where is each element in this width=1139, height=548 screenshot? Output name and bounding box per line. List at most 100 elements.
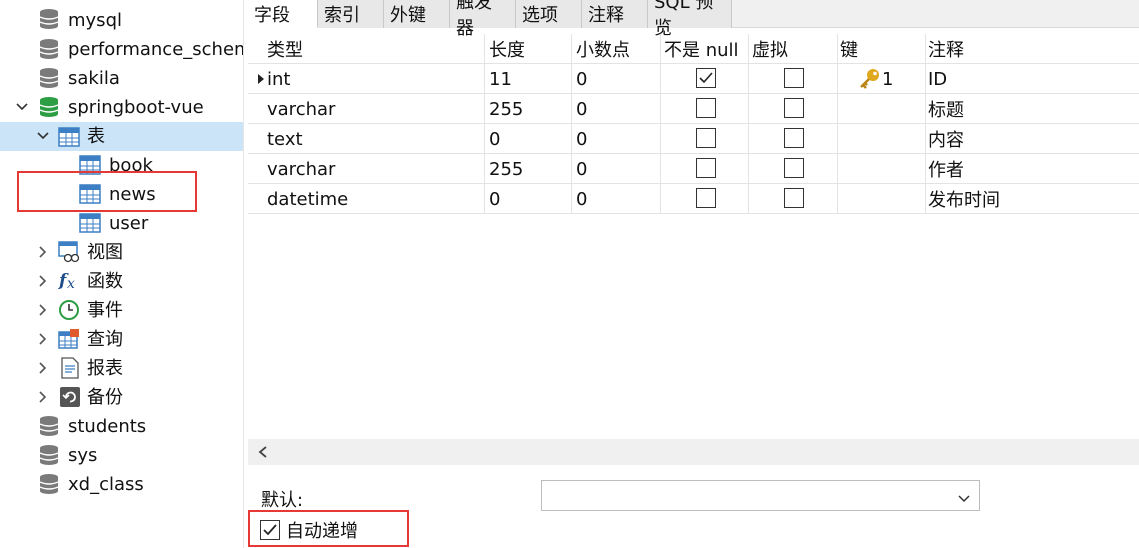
cell-decimals[interactable]: 0 — [576, 154, 587, 184]
object-tree: mysql performance_schema sakila springbo… — [0, 0, 244, 548]
tab-fields[interactable]: 字段 — [248, 0, 318, 28]
database-icon — [38, 8, 60, 30]
cell-type[interactable]: datetime — [267, 184, 348, 214]
cell-decimals[interactable]: 0 — [576, 124, 587, 154]
not-null-checkbox[interactable] — [696, 188, 716, 208]
chevron-right-icon[interactable] — [36, 361, 50, 375]
tree-item-tables[interactable]: 表 — [0, 122, 243, 151]
header-not-null[interactable]: 不是 null — [664, 34, 739, 64]
tree-item-label: 表 — [87, 125, 105, 147]
tab-sql-preview[interactable]: SQL 预览 — [648, 0, 732, 39]
tree-item-label: sakila — [68, 67, 120, 89]
chevron-down-icon[interactable] — [36, 129, 50, 143]
header-decimals[interactable]: 小数点 — [576, 34, 630, 64]
tab-options[interactable]: 选项 — [516, 0, 582, 28]
table-row[interactable]: text 0 0 内容 — [248, 124, 1139, 154]
chevron-right-icon[interactable] — [36, 245, 50, 259]
tree-item-performance-schema[interactable]: performance_schema — [0, 35, 243, 64]
tree-item-xd-class[interactable]: xd_class — [0, 470, 243, 499]
tree-item-mysql[interactable]: mysql — [0, 6, 243, 35]
cell-type[interactable]: varchar — [267, 154, 335, 184]
chevron-right-icon[interactable] — [36, 303, 50, 317]
cell-type[interactable]: text — [267, 124, 303, 154]
tree-item-label: 备份 — [87, 386, 123, 408]
tab-comment[interactable]: 注释 — [582, 0, 648, 28]
virtual-checkbox[interactable] — [784, 128, 804, 148]
current-row-marker-icon — [258, 74, 264, 84]
tree-item-backups[interactable]: 备份 — [0, 383, 243, 412]
tab-foreign-keys[interactable]: 外键 — [384, 0, 450, 28]
tab-label: 索引 — [324, 5, 360, 26]
chevron-down-icon — [957, 489, 971, 503]
scroll-left-icon[interactable] — [254, 443, 272, 461]
tree-item-sakila[interactable]: sakila — [0, 64, 243, 93]
tab-label: 字段 — [254, 4, 290, 26]
chevron-right-icon[interactable] — [36, 274, 50, 288]
chevron-down-icon[interactable] — [15, 100, 29, 114]
table-row[interactable]: varchar 255 0 作者 — [248, 154, 1139, 184]
table-row[interactable]: varchar 255 0 标题 — [248, 94, 1139, 124]
default-label: 默认: — [261, 490, 304, 511]
cell-decimals[interactable]: 0 — [576, 64, 587, 94]
cell-length[interactable]: 11 — [489, 64, 512, 94]
table-row[interactable]: datetime 0 0 发布时间 — [248, 184, 1139, 214]
cell-comment[interactable]: 发布时间 — [928, 184, 1000, 214]
cell-decimals[interactable]: 0 — [576, 94, 587, 124]
cell-type[interactable]: int — [267, 64, 290, 94]
tree-item-sys[interactable]: sys — [0, 441, 243, 470]
header-length[interactable]: 长度 — [489, 34, 525, 64]
not-null-checkbox[interactable] — [696, 128, 716, 148]
tab-label: 注释 — [588, 5, 624, 26]
cell-length[interactable]: 0 — [489, 124, 500, 154]
cell-length[interactable]: 255 — [489, 154, 523, 184]
tree-item-label: 事件 — [87, 299, 123, 321]
tree-item-springboot-vue[interactable]: springboot-vue — [0, 93, 243, 122]
tree-item-views[interactable]: 视图 — [0, 238, 243, 267]
cell-comment[interactable]: 标题 — [928, 94, 964, 124]
header-virtual[interactable]: 虚拟 — [752, 34, 788, 64]
table-row[interactable]: int 11 0 1 ID — [248, 64, 1139, 94]
default-value-select[interactable] — [541, 480, 980, 511]
cell-length[interactable]: 255 — [489, 94, 523, 124]
tree-item-label: 视图 — [87, 241, 123, 263]
horizontal-scrollbar[interactable] — [248, 439, 1139, 465]
tree-item-label: user — [109, 212, 149, 234]
cell-comment[interactable]: ID — [928, 64, 947, 94]
not-null-checkbox[interactable] — [696, 158, 716, 178]
cell-comment[interactable]: 作者 — [928, 154, 964, 184]
chevron-right-icon[interactable] — [36, 390, 50, 404]
header-type[interactable]: 类型 — [267, 34, 303, 64]
virtual-checkbox[interactable] — [784, 158, 804, 178]
tab-indexes[interactable]: 索引 — [318, 0, 384, 28]
cell-type[interactable]: varchar — [267, 94, 335, 124]
header-key[interactable]: 键 — [840, 34, 858, 64]
cell-comment[interactable]: 内容 — [928, 124, 964, 154]
cell-length[interactable]: 0 — [489, 184, 500, 214]
not-null-checkbox[interactable] — [696, 98, 716, 118]
backup-icon — [59, 386, 81, 408]
tree-item-functions[interactable]: fx 函数 — [0, 267, 243, 296]
chevron-right-icon[interactable] — [36, 332, 50, 346]
virtual-checkbox[interactable] — [784, 188, 804, 208]
header-comment[interactable]: 注释 — [928, 34, 964, 64]
tab-label: 外键 — [390, 5, 426, 26]
grid-header: 类型 长度 小数点 不是 null 虚拟 键 注释 — [248, 34, 1139, 64]
cell-decimals[interactable]: 0 — [576, 184, 587, 214]
database-icon — [38, 415, 60, 437]
tab-triggers[interactable]: 触发器 — [450, 0, 516, 39]
highlight-box-news — [17, 171, 197, 212]
svg-text:x: x — [67, 276, 75, 291]
view-icon — [58, 241, 80, 263]
tree-item-reports[interactable]: 报表 — [0, 354, 243, 383]
database-icon — [38, 473, 60, 495]
database-icon — [38, 67, 60, 89]
tree-item-label: students — [68, 415, 147, 437]
tree-item-queries[interactable]: 查询 — [0, 325, 243, 354]
virtual-checkbox[interactable] — [784, 98, 804, 118]
virtual-checkbox[interactable] — [784, 68, 804, 88]
clock-icon — [58, 299, 80, 321]
tree-item-students[interactable]: students — [0, 412, 243, 441]
tree-item-events[interactable]: 事件 — [0, 296, 243, 325]
tree-item-user[interactable]: user — [0, 209, 243, 238]
not-null-checkbox[interactable] — [696, 68, 716, 88]
